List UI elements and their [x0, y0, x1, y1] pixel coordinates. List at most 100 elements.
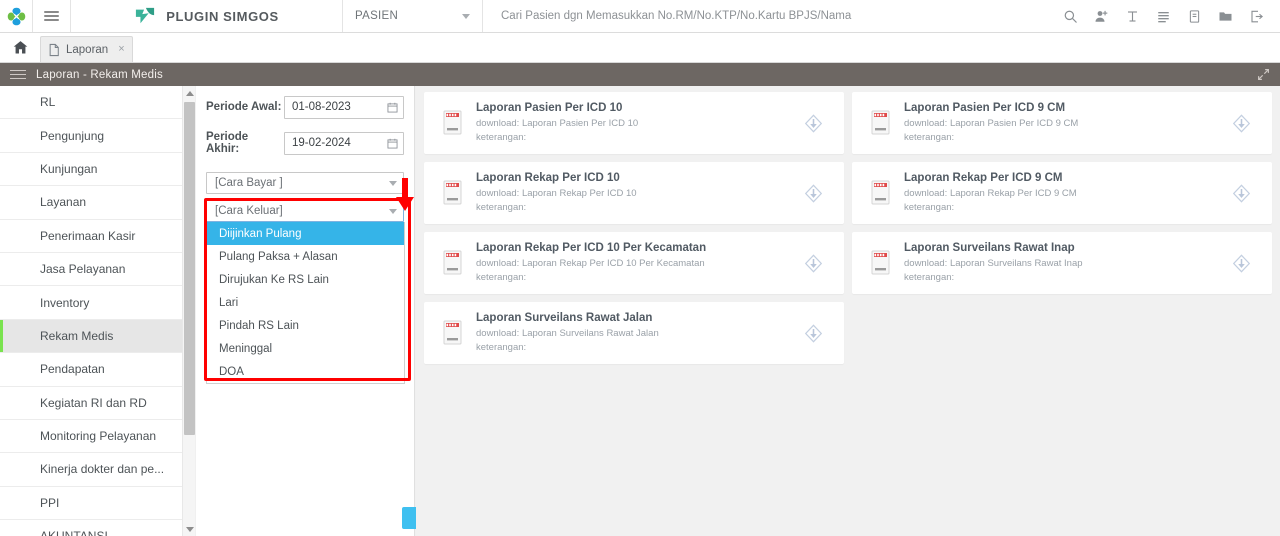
cloud-download-icon[interactable]: [804, 253, 823, 273]
sidebar-scrollbar[interactable]: [182, 86, 195, 536]
report-keterangan-text: keterangan:: [476, 341, 527, 353]
expand-icon[interactable]: [1257, 68, 1270, 81]
download-button[interactable]: [1224, 113, 1258, 133]
sidebar-item-label: Monitoring Pelayanan: [40, 429, 157, 444]
cara-bayar-select[interactable]: [Cara Bayar ]: [206, 172, 404, 194]
cara-keluar-dropdown[interactable]: Diijinkan Pulang Pulang Paksa + Alasan Dir…: [206, 222, 405, 384]
pdf-document-icon: [871, 250, 890, 275]
scroll-down-arrow-icon[interactable]: [183, 522, 196, 536]
app-logo[interactable]: [0, 0, 33, 32]
sidebar-item-kegiatan-ri-dan-rd[interactable]: Kegiatan RI dan RD: [0, 387, 182, 420]
report-card[interactable]: Laporan Rekap Per ICD 9 CM download: Lapo…: [852, 162, 1272, 224]
report-title: Laporan Surveilans Rawat Inap: [904, 241, 1075, 254]
text-tool-icon[interactable]: [1117, 0, 1148, 33]
sidebar-item-label: Pengunjung: [40, 128, 105, 143]
periode-awal-input[interactable]: 01-08-2023: [284, 95, 404, 119]
report-keterangan-text: keterangan:: [904, 271, 955, 283]
sidebar-item-rekam-medis[interactable]: Rekam Medis: [0, 319, 182, 354]
sidebar-item-layanan[interactable]: Layanan: [0, 186, 182, 220]
cloud-download-icon[interactable]: [804, 113, 823, 133]
cara-keluar-select[interactable]: [Cara Keluar]: [206, 200, 404, 222]
dropdown-option[interactable]: Pindah RS Lain: [207, 314, 404, 337]
sidebar-item-jasa-pelayanan[interactable]: Jasa Pelayanan: [0, 253, 182, 287]
sidebar-item-kunjungan[interactable]: Kunjungan: [0, 153, 182, 187]
periode-akhir-input[interactable]: 19-02-2024: [284, 131, 404, 155]
dropdown-option[interactable]: DOA: [207, 360, 404, 383]
sidebar-item-label: Pendapatan: [40, 362, 105, 377]
sidebar-item-pengunjung[interactable]: Pengunjung: [0, 119, 182, 153]
periode-awal-label: Periode Awal:: [206, 101, 282, 113]
dropdown-option[interactable]: Diijinkan Pulang: [207, 222, 404, 245]
close-icon[interactable]: ×: [118, 44, 124, 55]
report-download-text: download: Laporan Pasien Per ICD 9 CM: [904, 117, 1079, 129]
pdf-document-icon: [443, 110, 462, 135]
sidebar-item-label: RL: [40, 95, 56, 110]
download-button[interactable]: [1224, 183, 1258, 203]
download-button[interactable]: [796, 113, 830, 133]
sidebar-item-rl[interactable]: RL: [0, 86, 182, 120]
chevron-down-icon: [462, 13, 470, 19]
report-card-body: Laporan Pasien Per ICD 9 CM download: Lap…: [898, 102, 1224, 145]
report-file-icon: [864, 110, 898, 136]
sidebar-item-label: Penerimaan Kasir: [40, 228, 136, 243]
sidebar-item-inventory[interactable]: Inventory: [0, 286, 182, 320]
calendar-icon[interactable]: [387, 138, 398, 149]
pdf-document-icon: [443, 180, 462, 205]
report-download-text: download: Laporan Rekap Per ICD 9 CM: [904, 187, 1077, 199]
report-card[interactable]: Laporan Pasien Per ICD 10 download: Lapor…: [424, 92, 844, 154]
cloud-download-icon[interactable]: [1232, 113, 1251, 133]
download-button[interactable]: [796, 183, 830, 203]
scrollbar-thumb[interactable]: [184, 102, 195, 435]
download-button[interactable]: [1224, 253, 1258, 273]
sidebar-item-pendapatan[interactable]: Pendapatan: [0, 353, 182, 387]
report-card[interactable]: Laporan Rekap Per ICD 10 download: Lapora…: [424, 162, 844, 224]
folder-icon[interactable]: [1210, 0, 1241, 33]
document-icon[interactable]: [1179, 0, 1210, 33]
module-select[interactable]: PASIEN: [343, 0, 483, 32]
dropdown-option[interactable]: Meninggal: [207, 337, 404, 360]
sidebar-item-penerimaan-kasir[interactable]: Penerimaan Kasir: [0, 220, 182, 253]
report-file-icon: [436, 250, 470, 276]
main-menu-button[interactable]: [33, 0, 71, 32]
dropdown-option[interactable]: Pulang Paksa + Alasan: [207, 245, 404, 268]
periode-akhir-row: Periode Akhir: 19-02-2024: [196, 128, 414, 158]
report-title: Laporan Rekap Per ICD 10: [476, 171, 620, 184]
cloud-download-icon[interactable]: [1232, 183, 1251, 203]
scroll-up-arrow-icon[interactable]: [183, 86, 196, 100]
logout-icon[interactable]: [1241, 0, 1272, 33]
report-list-area: Laporan Pasien Per ICD 10 download: Lapor…: [416, 86, 1280, 536]
sidebar-item-ppi[interactable]: PPI: [0, 487, 182, 521]
sidebar-item-monitoring-pelayanan[interactable]: Monitoring Pelayanan: [0, 420, 182, 454]
search-icon[interactable]: [1055, 0, 1086, 33]
global-search-input[interactable]: Cari Pasien dgn Memasukkan No.RM/No.KTP/…: [483, 0, 1055, 32]
tab-laporan[interactable]: Laporan ×: [40, 36, 133, 62]
report-title: Laporan Rekap Per ICD 10 Per Kecamatan: [476, 241, 707, 254]
calendar-icon[interactable]: [387, 102, 398, 113]
breadcrumb-menu-button[interactable]: [10, 67, 26, 82]
dropdown-option[interactable]: Lari: [207, 291, 404, 314]
add-user-icon[interactable]: [1086, 0, 1117, 33]
home-tab-button[interactable]: [0, 32, 40, 62]
report-card[interactable]: Laporan Pasien Per ICD 9 CM download: Lap…: [852, 92, 1272, 154]
sidebar-item-label: PPI: [40, 495, 60, 510]
sidebar-item-akuntansi[interactable]: AKUNTANSI: [0, 520, 182, 536]
download-button[interactable]: [796, 323, 830, 343]
report-card[interactable]: Laporan Surveilans Rawat Inap download: L…: [852, 232, 1272, 294]
sidebar-item-label: Rekam Medis: [40, 328, 114, 343]
periode-awal-row: Periode Awal: 01-08-2023: [196, 92, 414, 122]
cloud-download-icon[interactable]: [804, 323, 823, 343]
sidebar-item-label: Kegiatan RI dan RD: [40, 395, 147, 410]
dropdown-option[interactable]: Dirujukan Ke RS Lain: [207, 268, 404, 291]
report-card[interactable]: Laporan Surveilans Rawat Jalan download: …: [424, 302, 844, 364]
report-keterangan-text: keterangan:: [476, 201, 527, 213]
pdf-document-icon: [871, 110, 890, 135]
cloud-download-icon[interactable]: [804, 183, 823, 203]
sidebar-item-kinerja-dokter-dan-pe[interactable]: Kinerja dokter dan pe...: [0, 453, 182, 487]
report-card-body: Laporan Pasien Per ICD 10 download: Lapor…: [470, 102, 796, 145]
report-card-body: Laporan Surveilans Rawat Jalan download: …: [470, 312, 796, 355]
cloud-download-icon[interactable]: [1232, 253, 1251, 273]
report-card[interactable]: Laporan Rekap Per ICD 10 Per Kecamatan do…: [424, 232, 844, 294]
list-icon[interactable]: [1148, 0, 1179, 33]
home-icon: [13, 40, 27, 53]
download-button[interactable]: [796, 253, 830, 273]
